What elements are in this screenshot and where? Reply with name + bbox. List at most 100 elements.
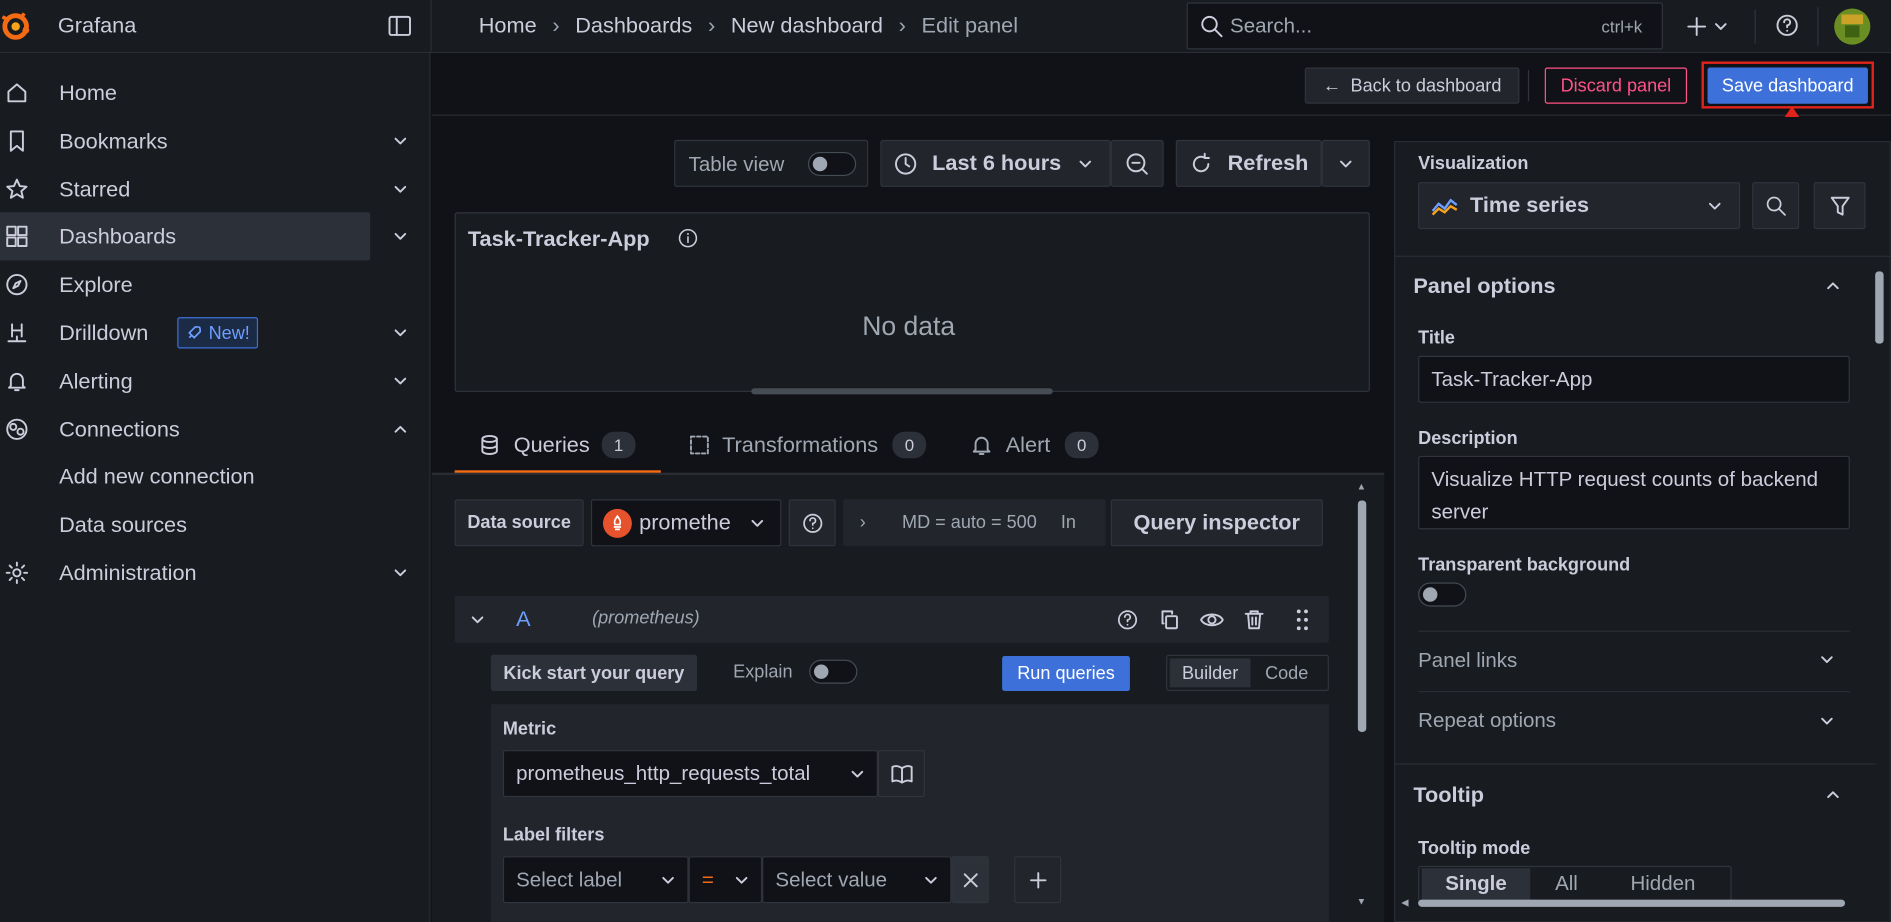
query-inspector-button[interactable]: Query inspector [1110,499,1323,547]
refresh-icon [1192,152,1210,172]
transparent-background-switch[interactable] [1418,582,1467,607]
close-icon [963,872,978,887]
add-filter-button[interactable] [1014,856,1062,904]
title-input[interactable]: Task-Tracker-App [1418,355,1850,403]
chevron-down-icon[interactable] [393,566,407,580]
breadcrumb-dashboards[interactable]: Dashboards [575,13,692,38]
description-textarea[interactable]: Visualize HTTP request counts of backend… [1418,455,1850,530]
sidebar-item-starred[interactable]: Starred [0,165,431,213]
search-icon [1201,15,1223,38]
tooltip-heading[interactable]: Tooltip [1413,783,1484,808]
dock-menu-icon[interactable] [388,14,411,37]
back-to-dashboard-button[interactable]: ← Back to dashboard [1304,67,1520,104]
tab-transformations[interactable]: Transformations 0 [661,417,954,472]
avatar[interactable] [1834,8,1871,45]
datasource-picker[interactable]: promethe [590,499,782,547]
metric-select[interactable]: prometheus_http_requests_total [502,750,878,798]
datasource-help-button[interactable] [788,499,836,547]
repeat-options-heading[interactable]: Repeat options [1418,709,1556,733]
sidebar-item-label: Add new connection [59,463,255,488]
sidebar-item-alerting[interactable]: Alerting [0,357,431,405]
remove-filter-button[interactable] [951,856,989,904]
breadcrumb: Home › Dashboards › New dashboard › Edit… [479,13,1018,38]
help-icon[interactable] [1117,609,1139,631]
chevron-down-icon[interactable] [1820,714,1834,728]
filter-overrides-button[interactable] [1813,182,1866,230]
kick-start-button[interactable]: Kick start your query [490,654,698,691]
sidebar-item-add-new-connection[interactable]: Add new connection [0,452,431,500]
panel-links-heading[interactable]: Panel links [1418,649,1517,673]
chevron-down-icon[interactable] [393,182,407,196]
sidebar-item-explore[interactable]: Explore [0,260,431,308]
help-icon[interactable] [1775,13,1799,37]
tooltip-mode-single[interactable]: Single [1421,868,1531,900]
chevron-down-icon[interactable] [393,374,407,388]
chevron-down-icon[interactable] [470,613,484,627]
builder-mode-button[interactable]: Builder [1169,658,1251,688]
breadcrumb-home[interactable]: Home [479,13,537,38]
save-dashboard-button[interactable]: Save dashboard [1707,67,1868,104]
sidebar-item-administration[interactable]: Administration [0,549,431,597]
metrics-explorer-button[interactable] [877,750,925,798]
duplicate-icon[interactable] [1159,609,1181,631]
plus-icon [1687,17,1707,36]
no-data-message: No data [862,311,956,342]
chevron-up-icon[interactable] [1826,787,1840,801]
tooltip-mode-hidden[interactable]: Hidden [1603,868,1724,899]
grafana-logo-icon[interactable] [0,10,31,44]
tab-alert[interactable]: Alert 0 [954,417,1117,472]
zoom-out-button[interactable] [1110,139,1164,187]
chevron-up-icon[interactable] [393,422,407,436]
run-queries-button[interactable]: Run queries [1002,656,1130,691]
eye-icon[interactable] [1200,609,1224,631]
select-value-dropdown[interactable]: Select value [762,856,952,904]
top-bar: Grafana Home › Dashboards › New dashboar… [0,0,1891,54]
select-label-dropdown[interactable]: Select label [502,856,689,904]
table-view-toggle[interactable]: Table view [674,139,869,187]
search-bar[interactable]: Search... ctrl+k [1186,2,1663,50]
query-options[interactable]: › MD = auto = 500 In [842,499,1106,547]
database-icon [481,434,498,455]
explain-switch[interactable] [809,659,858,684]
drag-handle-icon[interactable] [1295,608,1309,632]
search-options-button[interactable] [1752,182,1800,230]
sidebar-item-bookmarks[interactable]: Bookmarks [0,117,431,165]
chevron-down-icon[interactable] [393,326,407,340]
chevron-down-icon[interactable] [393,229,407,243]
query-editor: Data source promethe › MD = auto = 500 I… [431,475,1385,922]
sidebar-item-home[interactable]: Home [0,69,431,117]
tooltip-mode-all[interactable]: All [1530,868,1602,899]
options-horizontal-scrollbar[interactable]: ◀ [1401,897,1859,908]
metric-builder: Metric prometheus_http_requests_total La… [490,704,1329,922]
panel-resize-handle[interactable] [751,388,1053,395]
discard-panel-button[interactable]: Discard panel [1544,67,1688,104]
time-range-picker[interactable]: Last 6 hours [880,139,1111,187]
refresh-interval-dropdown[interactable] [1321,139,1370,187]
operator-dropdown[interactable]: = [688,856,763,904]
sidebar-item-dashboards[interactable]: Dashboards [0,212,431,261]
panel-options-heading[interactable]: Panel options [1413,274,1555,299]
breadcrumb-new-dashboard[interactable]: New dashboard [731,13,883,38]
sidebar-item-drilldown[interactable]: Drilldown New! [0,309,431,357]
query-scrollbar[interactable]: ▲ ▼ [1357,481,1368,915]
chevron-down-icon[interactable] [393,134,407,148]
table-view-switch[interactable] [807,151,857,177]
sidebar-item-data-sources[interactable]: Data sources [0,500,431,548]
code-mode-button[interactable]: Code [1251,658,1323,687]
chevron-down-icon [751,519,764,527]
info-icon[interactable] [678,228,699,249]
trash-icon[interactable] [1243,609,1265,631]
refresh-button[interactable]: Refresh [1175,139,1322,187]
options-scrollbar[interactable] [1874,257,1885,896]
bell-icon [8,372,26,392]
transform-icon [689,435,709,455]
chevron-down-icon[interactable] [1820,652,1834,666]
new-menu-button[interactable] [1679,10,1739,44]
chevron-up-icon[interactable] [1826,279,1840,293]
tab-queries[interactable]: Queries 1 [454,417,661,473]
sidebar-item-connections[interactable]: Connections [0,405,431,453]
transformations-count-badge: 0 [892,431,927,459]
visualization-picker[interactable]: Time series [1418,182,1741,230]
chevron-down-icon [851,770,864,777]
query-ref-id[interactable]: A [516,607,530,632]
